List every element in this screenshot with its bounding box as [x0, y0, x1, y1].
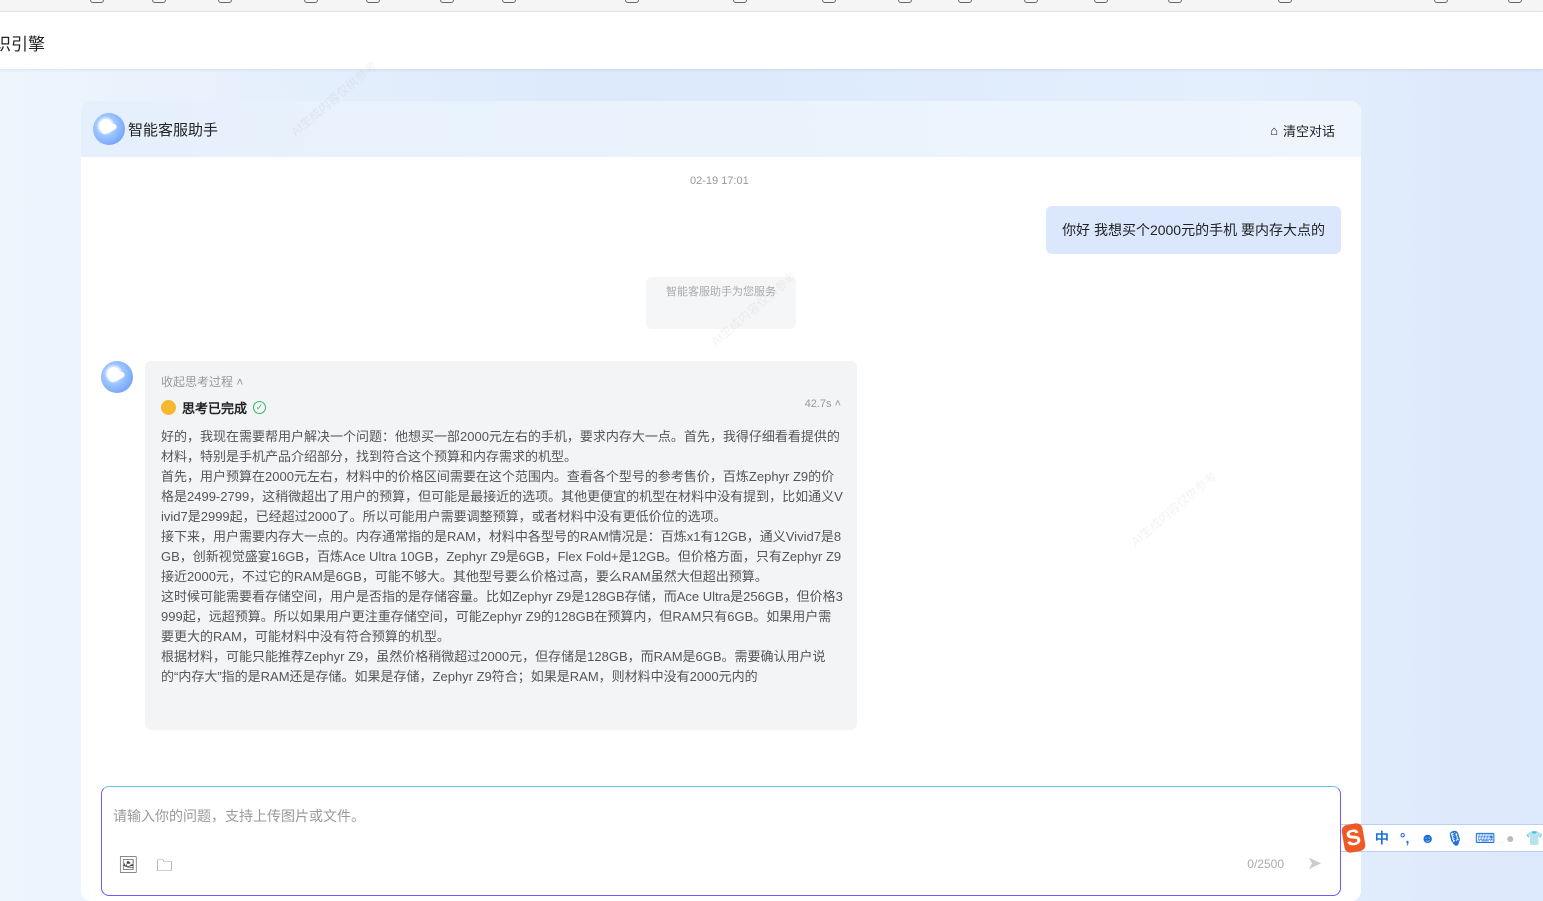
- thinking-status-label: 思考已完成: [182, 401, 248, 416]
- skin-shirt-icon[interactable]: 👕: [1526, 830, 1543, 847]
- clear-label: 清空对话: [1282, 124, 1335, 139]
- emoji-icon[interactable]: ☻: [1420, 830, 1435, 846]
- chat-panel: 智能客服助手 ⌂ 清空对话 02-19 17:01 你好 我想买个2000元的手…: [81, 101, 1361, 901]
- user-message: 你好 我想买个2000元的手机 要内存大点的: [1046, 206, 1341, 254]
- thinking-panel: 收起思考过程 ˄ 思考已完成 ✓ 42.7s ˄ 好的，我现在需要帮用户解决一个…: [145, 361, 857, 730]
- thinking-status: 思考已完成 ✓ 42.7s ˄: [161, 398, 841, 417]
- keyboard-icon[interactable]: ⌨: [1475, 830, 1495, 847]
- clear-conversation-button[interactable]: ⌂ 清空对话: [1270, 121, 1335, 140]
- system-notice: 智能客服助手为您服务: [646, 277, 796, 329]
- image-upload-icon[interactable]: 🖼: [118, 855, 138, 882]
- send-icon[interactable]: ➤: [1307, 853, 1322, 874]
- thinking-paragraph: 好的，我现在需要帮用户解决一个问题：他想买一部2000元左右的手机，要求内存大一…: [161, 429, 840, 464]
- app-title: 识引擎: [0, 35, 45, 54]
- assistant-avatar: [101, 361, 133, 393]
- check-circle-icon: ✓: [253, 401, 267, 414]
- sogou-logo-icon[interactable]: S: [1340, 822, 1367, 854]
- user-icon[interactable]: ●: [1506, 830, 1514, 846]
- ime-toolbar: S 中 °, ☻ 🎙 ⌨ ● 👕: [1340, 822, 1543, 854]
- thinking-paragraph: 首先，用户预算在2000元左右，材料中的价格区间需要在这个范围内。查看各个型号的…: [161, 469, 843, 524]
- folder-upload-icon[interactable]: 🗀: [156, 855, 172, 882]
- thinking-paragraph: 根据材料，可能只能推荐Zephyr Z9，虽然价格稍微超过2000元，但存储是1…: [161, 649, 826, 684]
- assistant-logo-icon: [93, 113, 125, 145]
- microphone-icon[interactable]: 🎙: [1446, 830, 1464, 847]
- app-header: 识引擎: [0, 12, 1543, 69]
- broom-icon: ⌂: [1270, 123, 1278, 138]
- chevron-up-icon: ˄: [236, 375, 244, 389]
- duration-value: 42.7s: [804, 398, 832, 410]
- browser-tab-strip: [0, 0, 1543, 12]
- ime-language-toggle[interactable]: 中: [1375, 828, 1389, 848]
- thinking-face-icon: [161, 400, 176, 415]
- message-input[interactable]: 请输入你的问题，支持上传图片或文件。 🖼 🗀 0/2500 ➤: [101, 786, 1341, 896]
- chat-header: 智能客服助手 ⌂ 清空对话: [81, 101, 1361, 157]
- thinking-content: 好的，我现在需要帮用户解决一个问题：他想买一部2000元左右的手机，要求内存大一…: [161, 427, 843, 687]
- thinking-paragraph: 接下来，用户需要内存大一点的。内存通常指的是RAM，材料中各型号的RAM情况是：…: [161, 529, 842, 584]
- input-placeholder: 请输入你的问题，支持上传图片或文件。: [113, 808, 365, 824]
- thinking-paragraph: 这时候可能需要看存储空间，用户是否指的是存储容量。比如Zephyr Z9是128…: [161, 589, 843, 644]
- char-counter: 0/2500: [1247, 857, 1284, 871]
- ime-punctuation-toggle[interactable]: °,: [1400, 830, 1410, 846]
- message-timestamp: 02-19 17:01: [690, 175, 749, 187]
- collapse-thinking-toggle[interactable]: 收起思考过程 ˄: [161, 373, 841, 390]
- collapse-label: 收起思考过程: [161, 375, 234, 389]
- thinking-duration[interactable]: 42.7s ˄: [805, 398, 841, 410]
- chat-title: 智能客服助手: [128, 121, 219, 139]
